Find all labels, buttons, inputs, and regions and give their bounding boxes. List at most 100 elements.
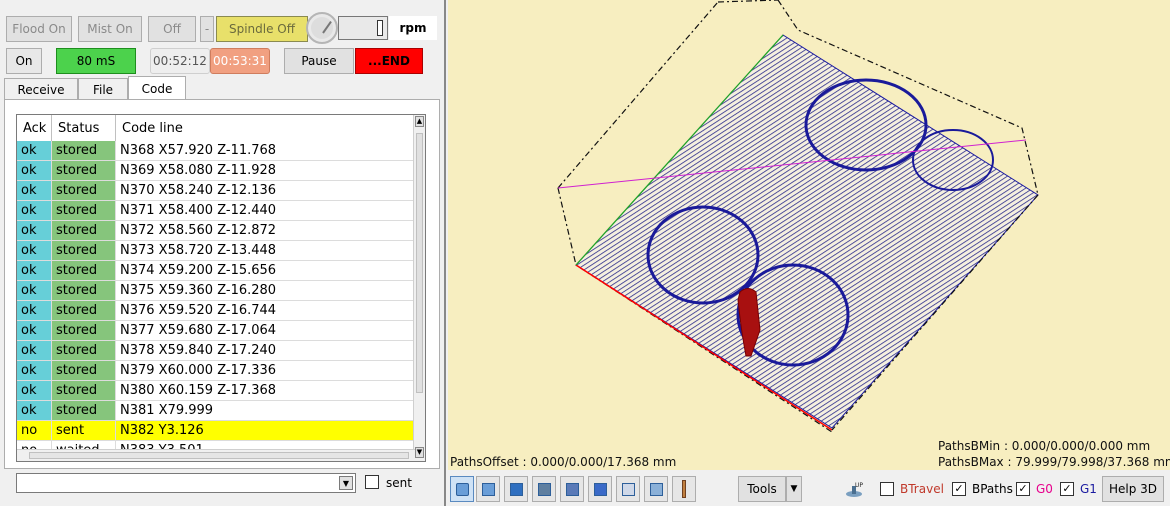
scroll-thumb[interactable]	[29, 452, 409, 459]
spindle-off-button[interactable]: Spindle Off	[216, 16, 308, 42]
tab-file[interactable]: File	[78, 78, 128, 100]
view3d-canvas[interactable]: PathsOffset : 0.000/0.000/17.368 mm Path…	[448, 0, 1170, 470]
g1-checkbox[interactable]: ✓	[1060, 482, 1074, 496]
rpm-label: rpm	[389, 16, 437, 40]
command-input[interactable]: ▼	[16, 473, 356, 493]
table-row[interactable]: no sent N382 Y3.126	[17, 421, 414, 441]
table-row[interactable]: ok stored N369 X58.080 Z-11.928	[17, 161, 414, 181]
view-fit-icon[interactable]	[672, 476, 696, 502]
on-button[interactable]: On	[6, 48, 42, 74]
scroll-down-arrow-icon[interactable]: ▼	[415, 447, 424, 458]
cell-ack: ok	[17, 281, 52, 300]
slider-handle[interactable]	[377, 20, 383, 36]
cell-ack: ok	[17, 181, 52, 200]
spindle-speed-knob[interactable]	[306, 12, 338, 44]
cell-code-line: N382 Y3.126	[116, 421, 414, 440]
column-header-code-line[interactable]: Code line	[116, 115, 414, 141]
chevron-down-icon[interactable]: ▼	[339, 476, 353, 490]
cell-status: stored	[52, 221, 116, 240]
cell-status: stored	[52, 401, 116, 420]
cell-ack: ok	[17, 381, 52, 400]
btravel-checkbox[interactable]	[880, 482, 894, 496]
paths-bmax-text: PathsBMax : 79.999/79.998/37.368 mm	[938, 455, 1170, 469]
table-row[interactable]: ok stored N368 X57.920 Z-11.768	[17, 141, 414, 161]
tab-code[interactable]: Code	[128, 76, 186, 100]
view-back-icon[interactable]	[504, 476, 528, 502]
coolant-off-button[interactable]: Off	[148, 16, 196, 42]
cell-ack: ok	[17, 241, 52, 260]
table-row[interactable]: ok stored N379 X60.000 Z-17.336	[17, 361, 414, 381]
toolpath-render	[557, 0, 1039, 433]
cell-status: stored	[52, 201, 116, 220]
cell-ack: ok	[17, 261, 52, 280]
view-bottom-icon[interactable]	[616, 476, 640, 502]
mist-on-button[interactable]: Mist On	[78, 16, 142, 42]
table-row[interactable]: ok stored N372 X58.560 Z-12.872	[17, 221, 414, 241]
elapsed-time-display: 00:52:12	[150, 48, 210, 74]
table-row[interactable]: ok stored N378 X59.840 Z-17.240	[17, 341, 414, 361]
view-iso-icon[interactable]	[450, 476, 474, 502]
table-row[interactable]: ok stored N374 X59.200 Z-15.656	[17, 261, 414, 281]
cell-code-line: N376 X59.520 Z-16.744	[116, 301, 414, 320]
vertical-scrollbar[interactable]: ▲ ▼	[413, 115, 425, 461]
cell-ack: ok	[17, 401, 52, 420]
table-row[interactable]: ok stored N371 X58.400 Z-12.440	[17, 201, 414, 221]
view-right-icon[interactable]	[560, 476, 584, 502]
table-row[interactable]: ok stored N381 X79.999	[17, 401, 414, 421]
cell-ack: no	[17, 421, 52, 440]
table-row[interactable]: ok stored N370 X58.240 Z-12.136	[17, 181, 414, 201]
view3d-toolbar: Tools ▼ UP BTravel ✓ BPaths ✓ G0 ✓ G1 He…	[446, 472, 1170, 506]
spindle-speed-slider[interactable]	[338, 16, 388, 40]
cell-code-line: N380 X60.159 Z-17.368	[116, 381, 414, 400]
cell-code-line: N381 X79.999	[116, 401, 414, 420]
end-button[interactable]: ...END	[355, 48, 423, 74]
table-body: ok stored N368 X57.920 Z-11.768 ok stored N36…	[17, 141, 414, 461]
paths-bmin-text: PathsBMin : 0.000/0.000/0.000 mm	[938, 439, 1151, 453]
table-row[interactable]: ok stored N380 X60.159 Z-17.368	[17, 381, 414, 401]
table-row[interactable]: ok stored N376 X59.520 Z-16.744	[17, 301, 414, 321]
poll-interval-button[interactable]: 80 mS	[56, 48, 136, 74]
scroll-thumb[interactable]	[416, 133, 423, 393]
code-table[interactable]: Ack Status Code line ok stored N368 X57.92…	[16, 114, 426, 462]
spindle-decrease-button[interactable]: -	[200, 16, 214, 42]
bpaths-label: BPaths	[972, 482, 1013, 496]
bpaths-checkbox[interactable]: ✓	[952, 482, 966, 496]
sent-checkbox[interactable]	[365, 475, 379, 489]
flood-on-button[interactable]: Flood On	[6, 16, 72, 42]
table-row[interactable]: ok stored N373 X58.720 Z-13.448	[17, 241, 414, 261]
column-header-ack[interactable]: Ack	[17, 115, 52, 141]
up-view-icon[interactable]: UP	[844, 480, 864, 500]
cell-ack: ok	[17, 201, 52, 220]
view-front-icon[interactable]	[476, 476, 500, 502]
view-wire-icon[interactable]	[644, 476, 668, 502]
cell-ack: ok	[17, 141, 52, 160]
tools-button[interactable]: Tools	[738, 476, 786, 502]
cell-status: stored	[52, 301, 116, 320]
table-row[interactable]: ok stored N375 X59.360 Z-16.280	[17, 281, 414, 301]
view3d-panel: PathsOffset : 0.000/0.000/17.368 mm Path…	[444, 0, 1170, 506]
pause-button[interactable]: Pause	[284, 48, 354, 74]
cell-status: stored	[52, 241, 116, 260]
view-left-icon[interactable]	[532, 476, 556, 502]
tab-receive[interactable]: Receive	[4, 78, 78, 100]
help-3d-button[interactable]: Help 3D	[1102, 476, 1164, 502]
cell-code-line: N370 X58.240 Z-12.136	[116, 181, 414, 200]
remaining-time-display: 00:53:31	[210, 48, 270, 74]
cell-code-line: N375 X59.360 Z-16.280	[116, 281, 414, 300]
view-top-icon[interactable]	[588, 476, 612, 502]
cell-status: stored	[52, 321, 116, 340]
horizontal-scrollbar[interactable]	[17, 449, 415, 461]
toolpath-surface	[575, 34, 1039, 429]
cell-status: sent	[52, 421, 116, 440]
scroll-up-arrow-icon[interactable]: ▲	[415, 116, 424, 127]
table-row[interactable]: ok stored N377 X59.680 Z-17.064	[17, 321, 414, 341]
cell-status: stored	[52, 281, 116, 300]
tools-dropdown-chevron-icon[interactable]: ▼	[786, 476, 802, 502]
svg-text:UP: UP	[855, 482, 863, 489]
cell-ack: ok	[17, 361, 52, 380]
cell-status: stored	[52, 161, 116, 180]
g0-checkbox[interactable]: ✓	[1016, 482, 1030, 496]
btravel-label: BTravel	[900, 482, 944, 496]
column-header-status[interactable]: Status	[52, 115, 116, 141]
table-header: Ack Status Code line	[17, 115, 414, 141]
